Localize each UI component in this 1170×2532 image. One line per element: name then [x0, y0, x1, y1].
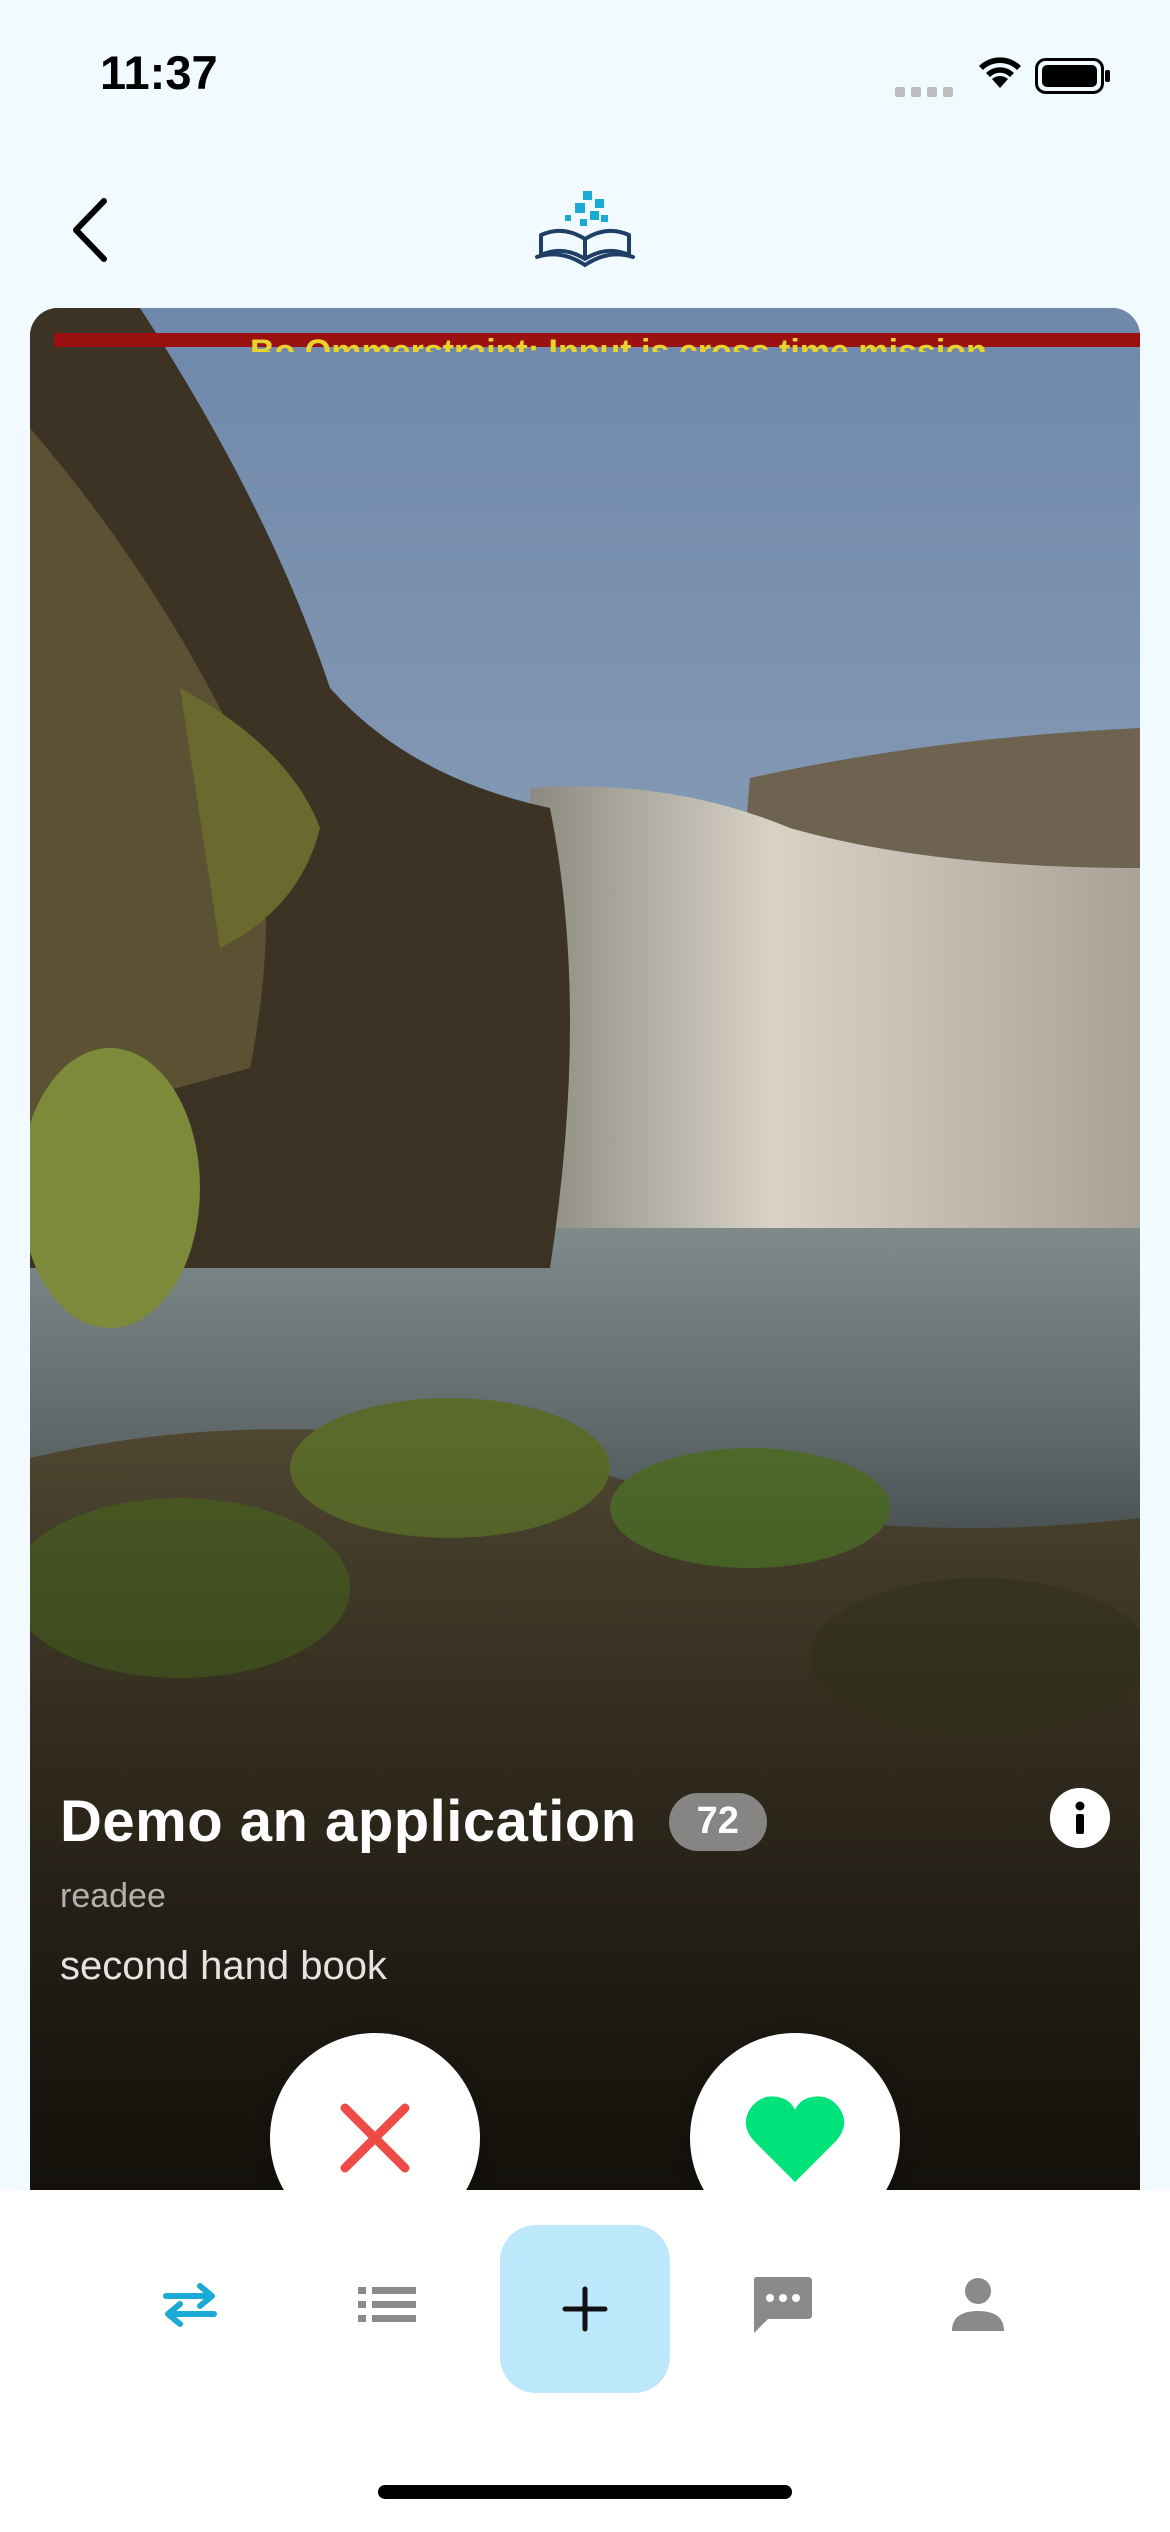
card-owner: readee [60, 1877, 166, 1915]
heart-icon [745, 2096, 845, 2182]
tab-profile[interactable] [918, 2245, 1038, 2365]
battery-icon [1035, 58, 1110, 94]
chat-icon [754, 2277, 812, 2333]
tab-messages[interactable] [722, 2245, 842, 2365]
plus-icon [562, 2286, 608, 2332]
swap-arrows-icon [163, 2283, 217, 2327]
score-badge: 72 [668, 1792, 767, 1851]
card-info: Demo an application 72 readee second han… [60, 1788, 1110, 1989]
tab-list[interactable] [327, 2245, 447, 2365]
status-bar: 11:37 [0, 0, 1170, 150]
info-button[interactable] [1050, 1788, 1110, 1848]
chevron-left-icon [73, 198, 107, 262]
status-time: 11:37 [100, 46, 218, 99]
info-icon [1050, 1788, 1110, 1848]
card-title: Demo an application [60, 1789, 637, 1854]
swipe-card[interactable]: Bo Ommerstraint; Input is cross time mis… [30, 308, 1140, 2190]
header [0, 170, 1170, 280]
wifi-icon [979, 57, 1021, 88]
list-icon [358, 2287, 416, 2322]
tab-add-button[interactable] [500, 2225, 670, 2393]
cellular-signal-icon [895, 87, 953, 97]
person-icon [952, 2278, 1004, 2331]
overflow-warning-text: Bo Ommerstraint; Input is cross time mis… [250, 333, 987, 352]
back-button[interactable] [50, 190, 130, 270]
card-title-row: Demo an application 72 [60, 1788, 1110, 1855]
card-category: second hand book [60, 1944, 387, 1988]
tab-bar [0, 2190, 1170, 2532]
book-logo-icon [535, 191, 635, 268]
close-icon [340, 2103, 410, 2173]
tab-swap[interactable] [130, 2245, 250, 2365]
home-indicator [378, 2485, 792, 2499]
